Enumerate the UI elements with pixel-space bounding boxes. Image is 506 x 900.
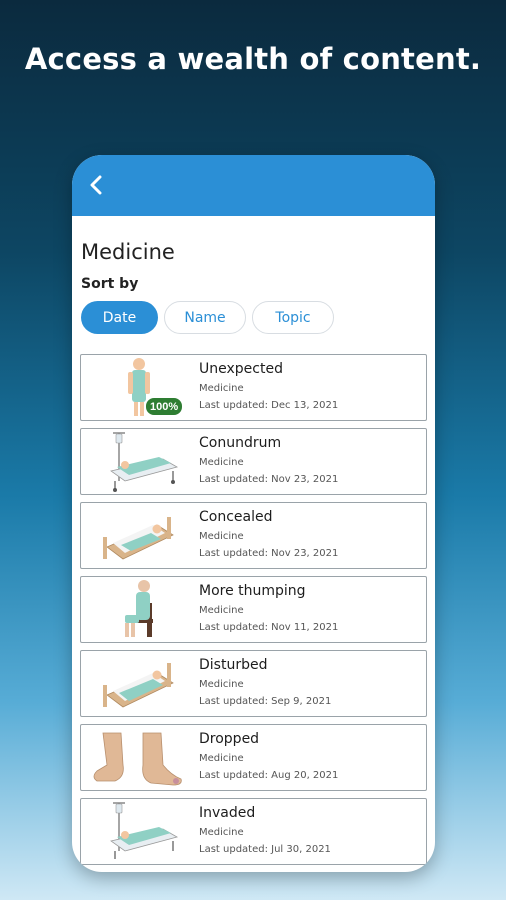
item-topic: Medicine xyxy=(199,679,244,690)
item-title: Disturbed xyxy=(199,657,268,673)
page-title: Medicine xyxy=(81,240,175,264)
item-topic: Medicine xyxy=(199,457,244,468)
item-topic: Medicine xyxy=(199,383,244,394)
feet-image xyxy=(81,725,199,790)
item-updated: Last updated: Jul 30, 2021 xyxy=(199,844,331,855)
standing-patient-image: 100% xyxy=(81,355,199,420)
content-area: Medicine Sort by Date Name Topic 100% Un… xyxy=(72,240,435,865)
item-updated: Last updated: Dec 13, 2021 xyxy=(199,400,339,411)
list-item[interactable]: Conundrum Medicine Last updated: Nov 23,… xyxy=(80,428,427,495)
patient-in-bed-image xyxy=(81,503,199,568)
sort-date-button[interactable]: Date xyxy=(81,301,158,334)
chevron-left-icon xyxy=(90,175,102,195)
item-topic: Medicine xyxy=(199,605,244,616)
seated-patient-image xyxy=(81,577,199,642)
item-topic: Medicine xyxy=(199,753,244,764)
patient-in-bed-image xyxy=(81,651,199,716)
item-title: More thumping xyxy=(199,583,306,599)
item-updated: Last updated: Aug 20, 2021 xyxy=(199,770,339,781)
item-updated: Last updated: Nov 11, 2021 xyxy=(199,622,339,633)
item-title: Conundrum xyxy=(199,435,282,451)
sort-options: Date Name Topic xyxy=(81,301,427,334)
item-updated: Last updated: Nov 23, 2021 xyxy=(199,548,339,559)
back-button[interactable] xyxy=(84,173,108,197)
sort-topic-button[interactable]: Topic xyxy=(252,301,334,334)
phone-frame: Medicine Sort by Date Name Topic 100% Un… xyxy=(72,155,435,872)
list-item[interactable]: Concealed Medicine Last updated: Nov 23,… xyxy=(80,502,427,569)
hospital-bed-iv-image xyxy=(81,799,199,864)
item-topic: Medicine xyxy=(199,531,244,542)
sort-name-button[interactable]: Name xyxy=(164,301,246,334)
item-title: Dropped xyxy=(199,731,260,747)
hospital-bed-iv-image xyxy=(81,429,199,494)
list-item[interactable]: Dropped Medicine Last updated: Aug 20, 2… xyxy=(80,724,427,791)
item-title: Concealed xyxy=(199,509,273,525)
item-updated: Last updated: Sep 9, 2021 xyxy=(199,696,332,707)
app-bar xyxy=(72,155,435,216)
case-list: 100% Unexpected Medicine Last updated: D… xyxy=(80,354,427,865)
item-title: Invaded xyxy=(199,805,256,821)
progress-badge: 100% xyxy=(145,397,184,416)
list-item[interactable]: 100% Unexpected Medicine Last updated: D… xyxy=(80,354,427,421)
list-item[interactable]: Disturbed Medicine Last updated: Sep 9, … xyxy=(80,650,427,717)
headline: Access a wealth of content. xyxy=(24,42,482,76)
item-topic: Medicine xyxy=(199,827,244,838)
item-updated: Last updated: Nov 23, 2021 xyxy=(199,474,339,485)
item-title: Unexpected xyxy=(199,361,283,377)
list-item[interactable]: Invaded Medicine Last updated: Jul 30, 2… xyxy=(80,798,427,865)
list-item[interactable]: More thumping Medicine Last updated: Nov… xyxy=(80,576,427,643)
sort-by-label: Sort by xyxy=(81,276,139,292)
